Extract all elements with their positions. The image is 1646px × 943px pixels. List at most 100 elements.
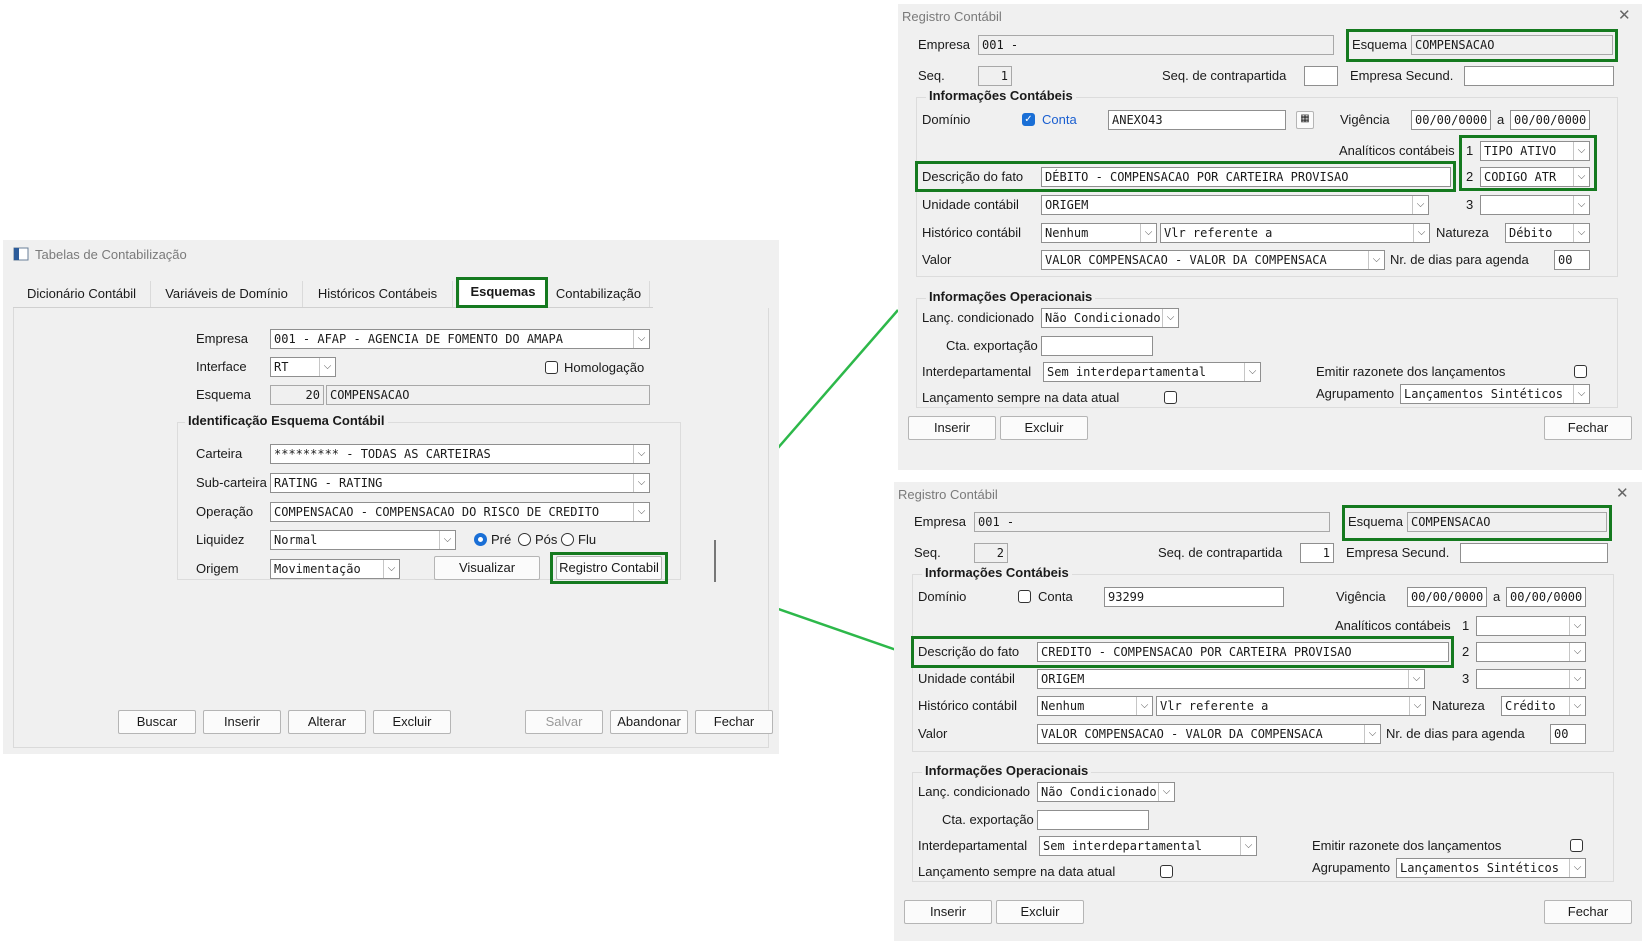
seq-contrapartida-field[interactable] bbox=[1304, 66, 1338, 86]
lanc-sempre-checkbox[interactable] bbox=[1160, 865, 1173, 878]
lanc-sempre-checkbox[interactable] bbox=[1164, 391, 1177, 404]
chevron-down-icon[interactable]: ⌵ bbox=[1158, 783, 1174, 801]
historico-text-select[interactable]: Vlr referente a ⌵ bbox=[1160, 223, 1430, 243]
radio-flu[interactable] bbox=[561, 533, 574, 546]
lookup-icon[interactable]: ▦ bbox=[1296, 111, 1314, 129]
origem-select[interactable]: Movimentação ⌵ bbox=[270, 559, 400, 579]
chevron-down-icon[interactable]: ⌵ bbox=[1136, 697, 1152, 715]
analitico-2-select[interactable]: ⌵ bbox=[1476, 642, 1586, 662]
empresa-field[interactable]: 001 - bbox=[978, 35, 1334, 55]
inserir-button[interactable]: Inserir bbox=[904, 900, 992, 924]
empresa-secund-field[interactable] bbox=[1460, 543, 1608, 563]
chevron-down-icon[interactable]: ⌵ bbox=[633, 503, 649, 521]
vigencia-from-field[interactable]: 00/00/0000 bbox=[1411, 110, 1491, 130]
lanc-cond-select[interactable]: Não Condicionado ⌵ bbox=[1037, 782, 1175, 802]
cta-exp-field[interactable] bbox=[1041, 336, 1153, 356]
chevron-down-icon[interactable]: ⌵ bbox=[633, 474, 649, 492]
chevron-down-icon[interactable]: ⌵ bbox=[1573, 196, 1589, 214]
unidade-select[interactable]: ORIGEM ⌵ bbox=[1041, 195, 1429, 215]
unidade-select[interactable]: ORIGEM ⌵ bbox=[1037, 669, 1425, 689]
esquema-number-field[interactable]: 20 bbox=[270, 385, 324, 405]
emitir-checkbox[interactable] bbox=[1574, 365, 1587, 378]
valor-select[interactable]: VALOR COMPENSACAO - VALOR DA COMPENSACA … bbox=[1041, 250, 1385, 270]
chevron-down-icon[interactable]: ⌵ bbox=[1412, 196, 1428, 214]
nr-dias-field[interactable]: 00 bbox=[1550, 724, 1586, 744]
chevron-down-icon[interactable]: ⌵ bbox=[1409, 697, 1425, 715]
chevron-down-icon[interactable]: ⌵ bbox=[1368, 251, 1384, 269]
salvar-button[interactable]: Salvar bbox=[525, 710, 603, 734]
valor-select[interactable]: VALOR COMPENSACAO - VALOR DA COMPENSACA … bbox=[1037, 724, 1381, 744]
vigencia-to-field[interactable]: 00/00/0000 bbox=[1506, 587, 1586, 607]
interdep-select[interactable]: Sem interdepartamental ⌵ bbox=[1039, 836, 1257, 856]
chevron-down-icon[interactable]: ⌵ bbox=[1569, 617, 1585, 635]
inserir-button[interactable]: Inserir bbox=[908, 416, 996, 440]
nr-dias-field[interactable]: 00 bbox=[1554, 250, 1590, 270]
esquema-name-field[interactable]: COMPENSACAO bbox=[326, 385, 650, 405]
chevron-down-icon[interactable]: ⌵ bbox=[383, 560, 399, 578]
close-icon[interactable]: ✕ bbox=[1618, 6, 1631, 24]
vigencia-to-field[interactable]: 00/00/0000 bbox=[1510, 110, 1590, 130]
chevron-down-icon[interactable]: ⌵ bbox=[1413, 224, 1429, 242]
tab-historicos-contabeis[interactable]: Históricos Contábeis bbox=[303, 281, 453, 307]
analitico-1-select[interactable]: ⌵ bbox=[1476, 616, 1586, 636]
homologacao-checkbox[interactable] bbox=[545, 361, 558, 374]
chevron-down-icon[interactable]: ⌵ bbox=[1240, 837, 1256, 855]
seq-contrapartida-field[interactable]: 1 bbox=[1300, 543, 1334, 563]
chevron-down-icon[interactable]: ⌵ bbox=[1573, 385, 1589, 403]
natureza-select[interactable]: Débito ⌵ bbox=[1505, 223, 1590, 243]
fechar-button[interactable]: Fechar bbox=[695, 710, 773, 734]
chevron-down-icon[interactable]: ⌵ bbox=[1569, 697, 1585, 715]
vigencia-from-field[interactable]: 00/00/0000 bbox=[1407, 587, 1487, 607]
chevron-down-icon[interactable]: ⌵ bbox=[1569, 670, 1585, 688]
lanc-cond-select[interactable]: Não Condicionado ⌵ bbox=[1041, 308, 1179, 328]
alterar-button[interactable]: Alterar bbox=[288, 710, 366, 734]
subcarteira-select[interactable]: RATING - RATING ⌵ bbox=[270, 473, 650, 493]
chevron-down-icon[interactable]: ⌵ bbox=[439, 531, 455, 549]
excluir-button[interactable]: Excluir bbox=[1000, 416, 1088, 440]
chevron-down-icon[interactable]: ⌵ bbox=[1162, 309, 1178, 327]
visualizar-button[interactable]: Visualizar bbox=[434, 556, 540, 580]
buscar-button[interactable]: Buscar bbox=[118, 710, 196, 734]
radio-pre[interactable] bbox=[474, 533, 487, 546]
conta-field[interactable]: ANEXO43 bbox=[1108, 110, 1286, 130]
tab-variaveis-dominio[interactable]: Variáveis de Domínio bbox=[151, 281, 303, 307]
cta-exp-field[interactable] bbox=[1037, 810, 1149, 830]
historico-select[interactable]: Nenhum ⌵ bbox=[1041, 223, 1157, 243]
empresa-select[interactable]: 001 - AFAP - AGENCIA DE FOMENTO DO AMAPA… bbox=[270, 329, 650, 349]
inserir-button[interactable]: Inserir bbox=[203, 710, 281, 734]
natureza-select[interactable]: Crédito ⌵ bbox=[1501, 696, 1586, 716]
conta-checkbox[interactable]: ✓ bbox=[1022, 113, 1035, 126]
chevron-down-icon[interactable]: ⌵ bbox=[1140, 224, 1156, 242]
carteira-select[interactable]: ********* - TODAS AS CARTEIRAS ⌵ bbox=[270, 444, 650, 464]
chevron-down-icon[interactable]: ⌵ bbox=[1364, 725, 1380, 743]
chevron-down-icon[interactable]: ⌵ bbox=[319, 358, 335, 376]
chevron-down-icon[interactable]: ⌵ bbox=[1408, 670, 1424, 688]
excluir-button[interactable]: Excluir bbox=[373, 710, 451, 734]
seq-field[interactable]: 2 bbox=[974, 543, 1008, 563]
historico-text-select[interactable]: Vlr referente a ⌵ bbox=[1156, 696, 1426, 716]
agrupamento-select[interactable]: Lançamentos Sintéticos ⌵ bbox=[1396, 858, 1586, 878]
interdep-select[interactable]: Sem interdepartamental ⌵ bbox=[1043, 362, 1261, 382]
conta-field[interactable]: 93299 bbox=[1104, 587, 1284, 607]
fechar-button[interactable]: Fechar bbox=[1544, 416, 1632, 440]
fechar-button[interactable]: Fechar bbox=[1544, 900, 1632, 924]
empresa-field[interactable]: 001 - bbox=[974, 512, 1330, 532]
abandonar-button[interactable]: Abandonar bbox=[610, 710, 688, 734]
chevron-down-icon[interactable]: ⌵ bbox=[633, 445, 649, 463]
emitir-checkbox[interactable] bbox=[1570, 839, 1583, 852]
seq-field[interactable]: 1 bbox=[978, 66, 1012, 86]
empresa-secund-field[interactable] bbox=[1464, 66, 1614, 86]
liquidez-select[interactable]: Normal ⌵ bbox=[270, 530, 456, 550]
chevron-down-icon[interactable]: ⌵ bbox=[1573, 224, 1589, 242]
chevron-down-icon[interactable]: ⌵ bbox=[1244, 363, 1260, 381]
chevron-down-icon[interactable]: ⌵ bbox=[633, 330, 649, 348]
chevron-down-icon[interactable]: ⌵ bbox=[1569, 859, 1585, 877]
operacao-select[interactable]: COMPENSACAO - COMPENSACAO DO RISCO DE CR… bbox=[270, 502, 650, 522]
conta-checkbox[interactable] bbox=[1018, 590, 1031, 603]
interface-select[interactable]: RT ⌵ bbox=[270, 357, 336, 377]
radio-pos[interactable] bbox=[518, 533, 531, 546]
excluir-button[interactable]: Excluir bbox=[996, 900, 1084, 924]
analitico-3-select[interactable]: ⌵ bbox=[1476, 669, 1586, 689]
historico-select[interactable]: Nenhum ⌵ bbox=[1037, 696, 1153, 716]
tab-dicionario-contabil[interactable]: Dicionário Contábil bbox=[13, 281, 151, 307]
